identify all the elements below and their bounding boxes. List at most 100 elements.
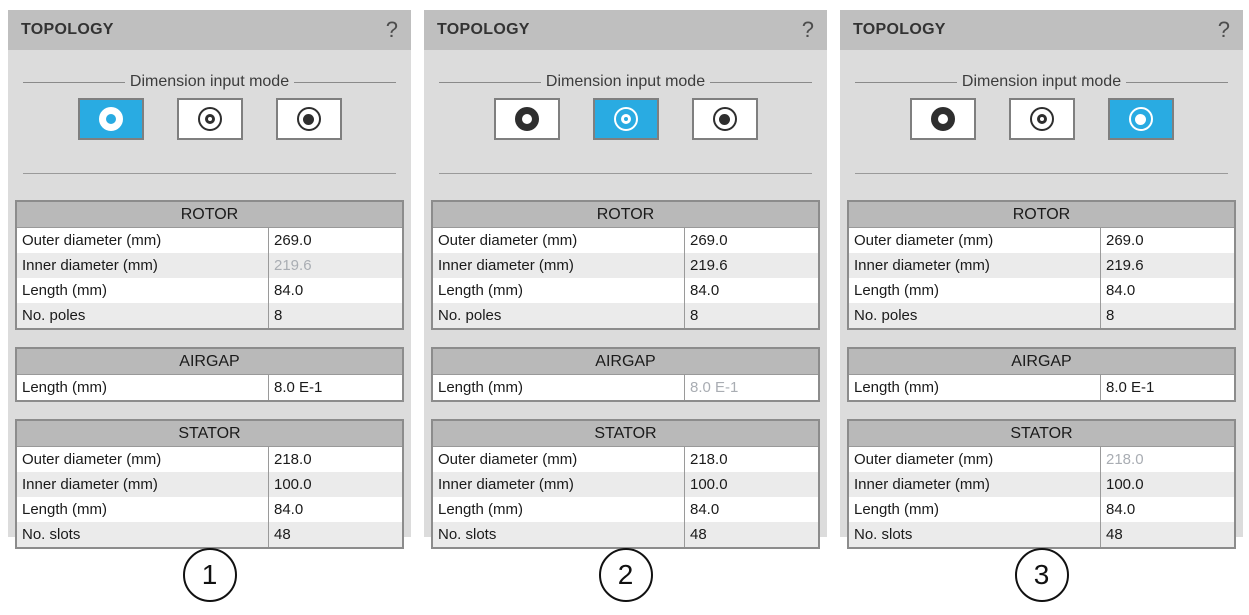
airgap-table: AIRGAP Length (mm) 8.0 E-1 xyxy=(15,347,404,402)
concentric-ring-icon xyxy=(614,107,638,131)
airgap-table: AIRGAP Length (mm) 8.0 E-1 xyxy=(847,347,1236,402)
help-icon[interactable]: ? xyxy=(386,19,398,41)
table-row: Length (mm) 84.0 xyxy=(849,497,1234,522)
param-label: No. poles xyxy=(433,307,684,324)
table-row: No. poles 8 xyxy=(849,303,1234,328)
param-value-field[interactable]: 100.0 xyxy=(684,472,818,497)
param-label: Length (mm) xyxy=(17,501,268,518)
panel-header: TOPOLOGY ? xyxy=(424,10,827,50)
param-label: Length (mm) xyxy=(433,501,684,518)
param-label: Length (mm) xyxy=(849,501,1100,518)
panel-header: TOPOLOGY ? xyxy=(840,10,1243,50)
param-label: No. poles xyxy=(849,307,1100,324)
panel-body: Dimension input mode ROTOR xyxy=(8,73,411,553)
legend-line-right xyxy=(1126,82,1228,83)
section-divider xyxy=(439,173,812,174)
param-value-field[interactable]: 84.0 xyxy=(684,278,818,303)
stator-table: STATOR Outer diameter (mm) 218.0 Inner d… xyxy=(847,419,1236,549)
param-label: No. slots xyxy=(433,526,684,543)
help-icon[interactable]: ? xyxy=(1218,19,1230,41)
panel-column-1: TOPOLOGY ? Dimension input mode xyxy=(8,10,411,602)
table-row: Inner diameter (mm) 219.6 xyxy=(17,253,402,278)
section-divider xyxy=(855,173,1228,174)
param-value-field[interactable]: 269.0 xyxy=(684,228,818,253)
dimension-mode-1-button[interactable] xyxy=(494,98,560,140)
dimension-mode-3-button[interactable] xyxy=(276,98,342,140)
inner-dot xyxy=(1135,114,1146,125)
param-value-field[interactable]: 219.6 xyxy=(684,253,818,278)
panel-body: Dimension input mode ROTOR xyxy=(424,73,827,553)
param-value-field: 218.0 xyxy=(1100,447,1234,472)
dimension-mode-3-button[interactable] xyxy=(692,98,758,140)
rotor-table-title: ROTOR xyxy=(433,202,818,228)
rotor-table-title: ROTOR xyxy=(849,202,1234,228)
param-value-field[interactable]: 84.0 xyxy=(268,497,402,522)
param-label: No. poles xyxy=(17,307,268,324)
dimension-input-mode-label: Dimension input mode xyxy=(541,73,710,91)
param-value-field[interactable]: 269.0 xyxy=(268,228,402,253)
param-value-field[interactable]: 8.0 E-1 xyxy=(1100,375,1234,400)
param-value-field[interactable]: 8.0 E-1 xyxy=(268,375,402,400)
param-value-field[interactable]: 84.0 xyxy=(1100,497,1234,522)
help-icon[interactable]: ? xyxy=(802,19,814,41)
table-row: Length (mm) 84.0 xyxy=(17,497,402,522)
dimension-mode-1-button[interactable] xyxy=(910,98,976,140)
param-label: Outer diameter (mm) xyxy=(433,451,684,468)
param-value-field[interactable]: 100.0 xyxy=(1100,472,1234,497)
param-label: Length (mm) xyxy=(849,379,1100,396)
param-value-field[interactable]: 48 xyxy=(684,522,818,547)
dimension-mode-1-button[interactable] xyxy=(78,98,144,140)
rotor-table: ROTOR Outer diameter (mm) 269.0 Inner di… xyxy=(15,200,404,330)
stator-table-title: STATOR xyxy=(17,421,402,447)
panel-number: 2 xyxy=(618,559,634,591)
param-value-field[interactable]: 218.0 xyxy=(684,447,818,472)
table-row: Inner diameter (mm) 219.6 xyxy=(433,253,818,278)
panel-number-row: 1 xyxy=(8,548,411,602)
param-label: Length (mm) xyxy=(433,282,684,299)
param-label: Inner diameter (mm) xyxy=(433,476,684,493)
airgap-table-title: AIRGAP xyxy=(849,349,1234,375)
dimension-mode-2-button[interactable] xyxy=(593,98,659,140)
param-value-field[interactable]: 84.0 xyxy=(684,497,818,522)
param-value-field: 219.6 xyxy=(268,253,402,278)
param-value-field[interactable]: 8 xyxy=(268,303,402,328)
param-label: No. slots xyxy=(17,526,268,543)
topology-panel-3: TOPOLOGY ? Dimension input mode xyxy=(840,10,1243,537)
param-label: Length (mm) xyxy=(849,282,1100,299)
dimension-mode-3-button[interactable] xyxy=(1108,98,1174,140)
dimension-input-mode-group: Dimension input mode xyxy=(439,73,812,91)
param-value-field[interactable]: 269.0 xyxy=(1100,228,1234,253)
param-value-field[interactable]: 219.6 xyxy=(1100,253,1234,278)
param-value-field[interactable]: 84.0 xyxy=(1100,278,1234,303)
legend-line-right xyxy=(710,82,812,83)
param-value-field[interactable]: 100.0 xyxy=(268,472,402,497)
table-row: Length (mm) 84.0 xyxy=(433,497,818,522)
inner-dot xyxy=(719,114,730,125)
param-value-field[interactable]: 48 xyxy=(1100,522,1234,547)
param-label: Inner diameter (mm) xyxy=(17,257,268,274)
airgap-table: AIRGAP Length (mm) 8.0 E-1 xyxy=(431,347,820,402)
table-row: No. slots 48 xyxy=(433,522,818,547)
param-label: Outer diameter (mm) xyxy=(433,232,684,249)
table-row: Inner diameter (mm) 100.0 xyxy=(849,472,1234,497)
table-row: Length (mm) 8.0 E-1 xyxy=(849,375,1234,400)
param-value-field[interactable]: 48 xyxy=(268,522,402,547)
param-value-field[interactable]: 8 xyxy=(1100,303,1234,328)
panel-title: TOPOLOGY xyxy=(21,21,114,39)
param-value-field[interactable]: 8 xyxy=(684,303,818,328)
dimension-mode-2-button[interactable] xyxy=(1009,98,1075,140)
stator-table-title: STATOR xyxy=(433,421,818,447)
stator-table: STATOR Outer diameter (mm) 218.0 Inner d… xyxy=(15,419,404,549)
param-label: Outer diameter (mm) xyxy=(17,232,268,249)
mode-button-row xyxy=(8,98,411,140)
panel-column-3: TOPOLOGY ? Dimension input mode xyxy=(840,10,1243,602)
param-label: Outer diameter (mm) xyxy=(17,451,268,468)
dimension-input-mode-group: Dimension input mode xyxy=(855,73,1228,91)
param-value-field[interactable]: 84.0 xyxy=(268,278,402,303)
param-value-field[interactable]: 218.0 xyxy=(268,447,402,472)
dimension-mode-2-button[interactable] xyxy=(177,98,243,140)
stator-table-title: STATOR xyxy=(849,421,1234,447)
inner-ring xyxy=(205,114,215,124)
panel-title: TOPOLOGY xyxy=(853,21,946,39)
dimension-input-mode-label: Dimension input mode xyxy=(957,73,1126,91)
